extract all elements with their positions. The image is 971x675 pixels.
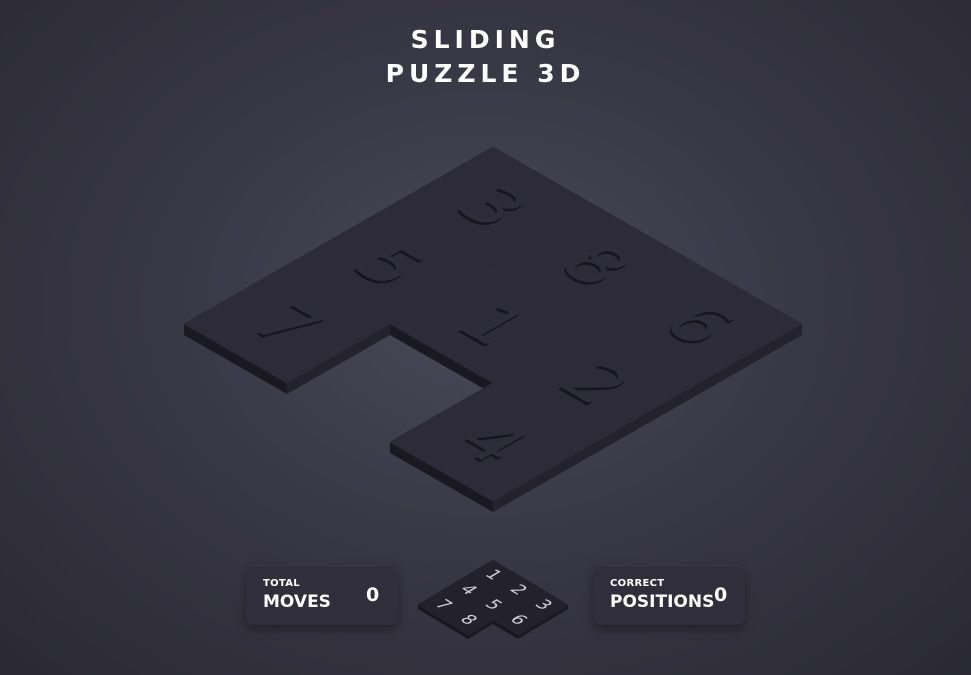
tile-number: 2 bbox=[505, 582, 532, 598]
moves-label: MOVES bbox=[263, 592, 331, 612]
moves-value: 0 bbox=[366, 584, 380, 606]
tile-number: 1 bbox=[480, 567, 507, 583]
tile-number: 8 bbox=[455, 612, 482, 628]
puzzle-tile: 1 bbox=[467, 559, 519, 591]
correct-positions-counter: CORRECT POSITIONS 0 bbox=[593, 565, 745, 625]
tile-number: 3 bbox=[530, 597, 557, 613]
tile-number: 7 bbox=[430, 597, 457, 613]
moves-small-label: TOTAL bbox=[263, 578, 300, 589]
puzzle-tile: 2 bbox=[492, 574, 544, 606]
puzzle-tile: 6 bbox=[492, 604, 544, 636]
tile-side bbox=[418, 605, 443, 624]
puzzle-tile: 5 bbox=[467, 589, 519, 621]
puzzle-tile: 7 bbox=[417, 589, 469, 621]
moves-counter: TOTAL MOVES 0 bbox=[246, 565, 398, 625]
tile-side bbox=[543, 605, 568, 624]
positions-value: 0 bbox=[714, 584, 728, 606]
tile-number: 6 bbox=[505, 612, 532, 628]
positions-small-label: CORRECT bbox=[610, 578, 665, 589]
tile-number: 5 bbox=[480, 597, 507, 613]
tile-number: 4 bbox=[455, 582, 482, 598]
puzzle-tile: 3 bbox=[517, 589, 569, 621]
tile-side bbox=[493, 620, 518, 639]
puzzle-tile: 4 bbox=[442, 574, 494, 606]
puzzle-tile: 8 bbox=[442, 604, 494, 636]
puzzle-board: 3388665511227744 bbox=[183, 146, 803, 512]
tile-side bbox=[468, 620, 493, 639]
positions-label: POSITIONS bbox=[610, 592, 715, 612]
tile-side bbox=[443, 620, 468, 639]
tile-side bbox=[518, 620, 543, 639]
